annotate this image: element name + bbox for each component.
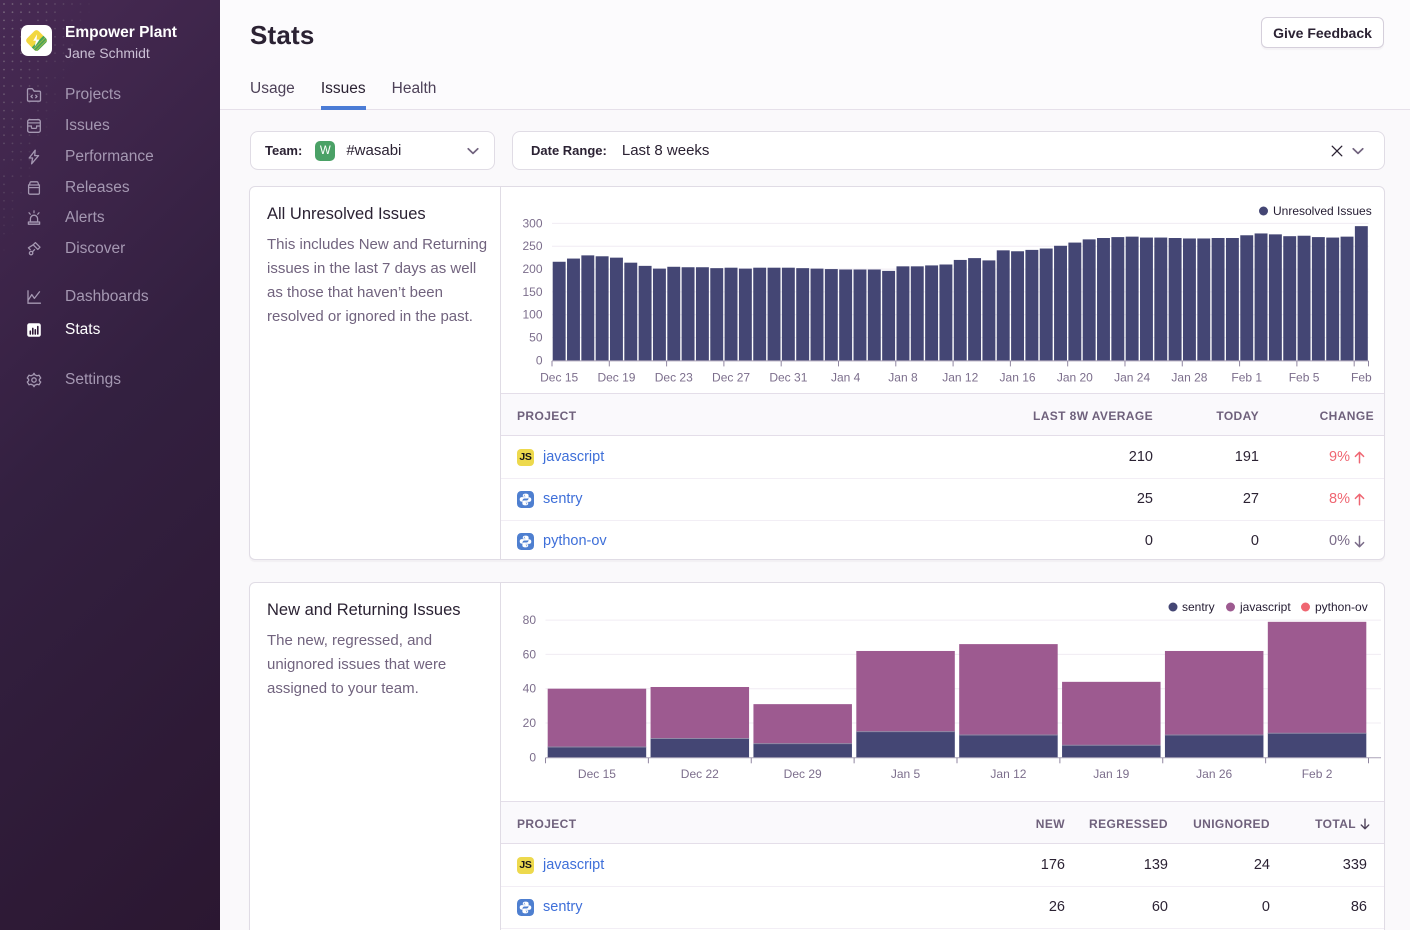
svg-text:Feb 2: Feb 2 [1302,767,1333,781]
svg-text:python-ov: python-ov [1315,600,1368,614]
svg-text:Jan 8: Jan 8 [888,371,918,385]
svg-text:Jan 16: Jan 16 [1000,371,1036,385]
svg-text:Jan 4: Jan 4 [831,371,861,385]
svg-text:0: 0 [529,750,536,764]
svg-text:javascript: javascript [1239,600,1291,614]
svg-text:200: 200 [522,262,542,276]
svg-text:50: 50 [529,331,543,345]
svg-text:Dec 15: Dec 15 [578,767,616,781]
svg-text:Dec 15: Dec 15 [540,371,578,385]
svg-text:Jan 12: Jan 12 [990,767,1026,781]
svg-text:Jan 28: Jan 28 [1171,371,1207,385]
svg-text:Dec 31: Dec 31 [769,371,807,385]
svg-text:Jan 20: Jan 20 [1057,371,1093,385]
svg-text:250: 250 [522,239,542,253]
svg-text:300: 300 [522,216,542,230]
svg-text:60: 60 [523,647,537,661]
svg-text:Feb 1: Feb 1 [1231,371,1262,385]
svg-text:0: 0 [536,353,543,367]
svg-text:Jan 26: Jan 26 [1196,767,1232,781]
svg-text:100: 100 [522,308,542,322]
svg-text:Jan 24: Jan 24 [1114,371,1150,385]
svg-text:20: 20 [523,716,537,730]
svg-text:80: 80 [523,613,537,627]
svg-text:Jan 12: Jan 12 [942,371,978,385]
svg-text:Feb: Feb [1351,371,1372,385]
svg-text:Dec 29: Dec 29 [784,767,822,781]
svg-text:sentry: sentry [1182,600,1215,614]
svg-text:Feb 5: Feb 5 [1289,371,1320,385]
svg-text:Dec 19: Dec 19 [597,371,635,385]
svg-text:Unresolved Issues: Unresolved Issues [1273,204,1372,218]
svg-text:Jan 19: Jan 19 [1093,767,1129,781]
svg-text:Dec 23: Dec 23 [655,371,693,385]
svg-text:150: 150 [522,285,542,299]
svg-text:Dec 22: Dec 22 [681,767,719,781]
svg-text:Jan 5: Jan 5 [891,767,921,781]
svg-text:40: 40 [523,682,537,696]
svg-text:Dec 27: Dec 27 [712,371,750,385]
